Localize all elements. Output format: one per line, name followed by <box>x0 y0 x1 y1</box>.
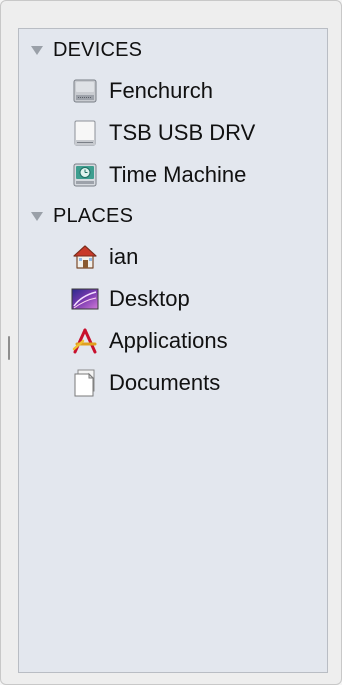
documents-icon <box>71 369 99 397</box>
sidebar-item-label: Time Machine <box>109 162 247 187</box>
sidebar-item-label: Documents <box>109 370 221 395</box>
sidebar-item-documents[interactable]: Documents <box>71 365 220 401</box>
sidebar-item-fenchurch[interactable]: Fenchurch <box>71 73 213 109</box>
section-label: DEVICES <box>53 38 143 61</box>
sidebar-item-tsb-usb-drv[interactable]: TSB USB DRV <box>71 115 255 151</box>
sidebar-item-label: ian <box>109 244 139 269</box>
sidebar-item-label: TSB USB DRV <box>109 120 256 145</box>
sidebar-item-desktop[interactable]: Desktop <box>71 281 190 317</box>
sidebar-item-label: Desktop <box>109 286 190 311</box>
resize-handle[interactable] <box>8 336 10 360</box>
disclosure-triangle-icon[interactable] <box>31 211 43 221</box>
time-machine-drive-icon <box>71 161 99 189</box>
applications-icon <box>71 327 99 355</box>
sidebar-item-time-machine[interactable]: Time Machine <box>71 157 246 193</box>
section-header-devices[interactable]: DEVICES <box>31 37 142 63</box>
sidebar-item-applications[interactable]: Applications <box>71 323 228 359</box>
section-header-places[interactable]: PLACES <box>31 203 133 229</box>
sidebar-item-label: Applications <box>109 328 228 353</box>
sidebar-item-ian[interactable]: ian <box>71 239 138 275</box>
finder-sidebar: DEVICES Fenchurch TSB USB DRV Time Machi… <box>18 28 328 673</box>
home-icon <box>71 243 99 271</box>
desktop-icon <box>71 285 99 313</box>
sidebar-item-label: Fenchurch <box>109 78 213 103</box>
external-drive-icon <box>71 119 99 147</box>
disclosure-triangle-icon[interactable] <box>31 45 43 55</box>
section-label: PLACES <box>53 204 134 227</box>
internal-hard-drive-icon <box>71 77 99 105</box>
